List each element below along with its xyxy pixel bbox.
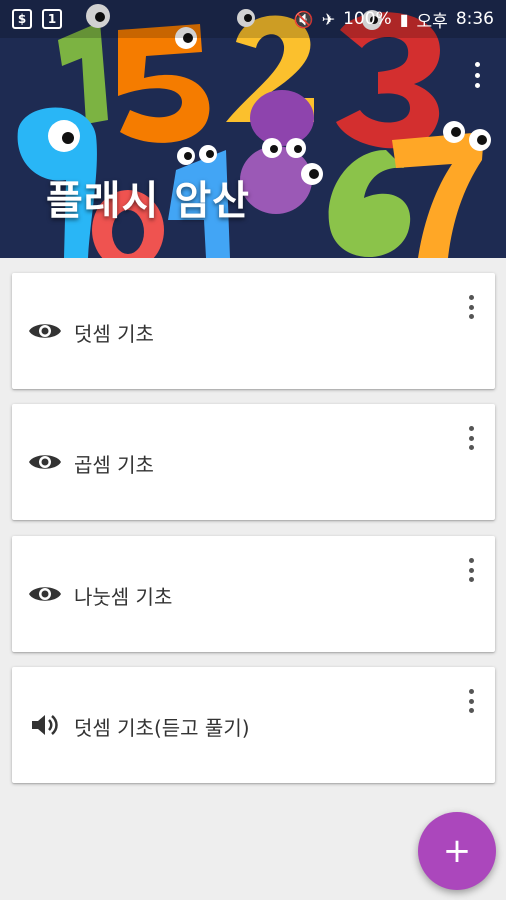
speaker-icon — [28, 711, 62, 739]
list-item-label: 곱셈 기초 — [74, 453, 154, 477]
list-item-addition-listening[interactable]: 덧셈 기초(듣고 풀기) — [12, 667, 495, 783]
list-item-label: 나눗셈 기초 — [74, 585, 173, 609]
eye-icon — [28, 317, 62, 345]
time: 8:36 — [455, 9, 494, 29]
airplane-icon: ✈ — [321, 9, 336, 29]
more-vert-icon[interactable] — [465, 558, 477, 582]
more-vert-icon[interactable] — [465, 426, 477, 450]
eye-icon — [28, 448, 62, 476]
battery-icon: ▮ — [399, 9, 409, 29]
app-title: 플래시 암산 — [46, 178, 250, 224]
list-item-addition-basic[interactable]: 덧셈 기초 — [12, 273, 495, 389]
time-ampm: 오후 — [416, 11, 448, 32]
list-item-label: 덧셈 기초(듣고 풀기) — [74, 716, 250, 740]
more-vert-icon[interactable] — [465, 295, 477, 319]
mute-icon: 🔇 — [293, 9, 314, 29]
list-item-label: 덧셈 기초 — [74, 322, 154, 346]
status-bar: $ 1 🔇 ✈ 100% ▮ 오후 8:36 — [0, 0, 506, 38]
add-button[interactable]: + — [418, 812, 496, 890]
plus-icon: + — [442, 831, 472, 871]
list-item-multiplication-basic[interactable]: 곱셈 기초 — [12, 404, 495, 520]
eye-icon — [28, 580, 62, 608]
sim-1-icon: 1 — [42, 9, 62, 29]
app-header: $ 1 🔇 ✈ 100% ▮ 오후 8:36 플래시 암산 — [0, 0, 506, 258]
battery-percent: 100% — [343, 9, 392, 29]
more-vert-icon[interactable] — [465, 689, 477, 713]
list-item-division-basic[interactable]: 나눗셈 기초 — [12, 536, 495, 652]
sim-s-icon: $ — [12, 9, 32, 29]
more-vert-icon[interactable] — [470, 62, 484, 88]
